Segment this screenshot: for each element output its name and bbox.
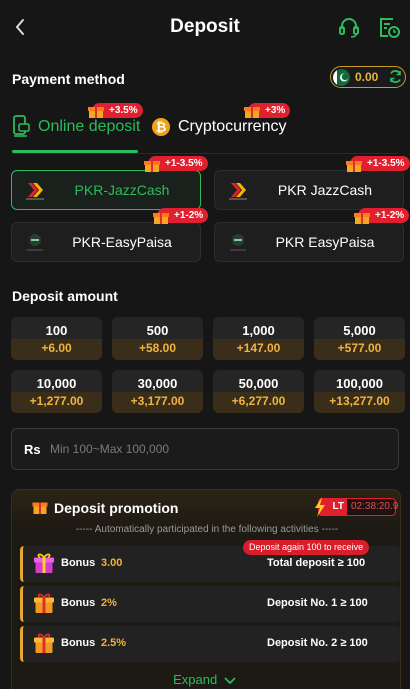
gift-box-icon: [33, 552, 55, 574]
deposit-again-badge: Deposit again 100 to receive: [243, 540, 370, 555]
amount-value: 5,000: [343, 323, 376, 338]
expand-label: Expand: [173, 672, 218, 687]
amount-option[interactable]: 10,000 +1,277.00: [11, 370, 102, 413]
amount-value: 500: [146, 323, 169, 338]
tab-online-deposit[interactable]: Online deposit: [12, 115, 142, 148]
amount-value: 1,000: [242, 323, 275, 338]
amount-value: 50,000: [238, 376, 279, 391]
refresh-icon[interactable]: [388, 69, 403, 84]
bitcoin-icon: ₿: [151, 117, 171, 137]
promotion-subtitle: ----- Automatically participated in the …: [75, 524, 339, 535]
tab-online-deposit-label: Online deposit: [38, 118, 141, 135]
payment-method-title: Payment method: [12, 71, 125, 87]
amount-bonus: +147.00: [236, 341, 281, 355]
channel-label: PKR EasyPaisa: [275, 234, 375, 250]
chevron-down-icon: [224, 676, 236, 684]
tab-cryptocurrency[interactable]: ₿ Cryptocurrency: [151, 118, 301, 148]
channel-label: PKR-JazzCash: [74, 182, 170, 198]
amount-value: 100,000: [336, 376, 383, 391]
balance-value: 0.00: [355, 70, 379, 84]
countdown-value: 02:38:20.9: [351, 501, 399, 512]
currency-label: Rs: [24, 442, 41, 457]
gift-icon: [244, 104, 260, 119]
channel-pkr-jazzcash-1[interactable]: PKR-JazzCash: [11, 170, 201, 210]
gift-box-icon: [33, 632, 55, 654]
bonus-condition: Deposit No. 1 ≥ 100: [267, 597, 368, 609]
svg-text:₿: ₿: [156, 120, 167, 135]
tab-divider: [12, 153, 398, 154]
amount-bonus: +13,277.00: [329, 394, 390, 408]
gift-icon: [354, 210, 370, 225]
amount-option[interactable]: 30,000 +3,177.00: [112, 370, 203, 413]
amount-bonus: +3,177.00: [130, 394, 185, 408]
promotion-row: Bonus 2.5% Deposit No. 2 ≥ 100: [20, 626, 400, 662]
wallet-balance: 0.00: [330, 66, 406, 88]
gift-box-icon: [33, 592, 55, 614]
header: Deposit: [0, 0, 410, 56]
amount-option[interactable]: 5,000 +577.00: [314, 317, 405, 360]
bonus-label: Bonus: [61, 637, 96, 649]
amount-option[interactable]: 1,000 +147.00: [213, 317, 304, 360]
amount-value: 30,000: [137, 376, 178, 391]
amount-bonus: +6.00: [41, 341, 72, 355]
amount-input-box[interactable]: Rs: [11, 428, 399, 470]
bonus-value: 3.00: [101, 557, 123, 569]
bonus-label: Bonus: [61, 557, 96, 569]
bonus-condition: Deposit No. 2 ≥ 100: [267, 637, 368, 649]
countdown-timer: LT 02:38:20.9: [315, 497, 399, 517]
headset-icon[interactable]: [336, 14, 362, 40]
amount-option[interactable]: 100,000 +13,277.00: [314, 370, 405, 413]
pakistan-flag-icon: [333, 69, 350, 86]
amount-value: 10,000: [36, 376, 77, 391]
channel-pkr-easypaisa-2[interactable]: PKR EasyPaisa: [214, 222, 404, 262]
gift-icon: [32, 499, 48, 515]
bonus-value: 2.5%: [101, 637, 127, 649]
channel-pkr-jazzcash-2[interactable]: PKR JazzCash: [214, 170, 404, 210]
amount-option[interactable]: 50,000 +6,277.00: [213, 370, 304, 413]
deposit-amount-title: Deposit amount: [12, 288, 118, 304]
amount-bonus: +6,277.00: [231, 394, 286, 408]
amount-bonus: +1,277.00: [29, 394, 84, 408]
expand-button[interactable]: Expand: [0, 672, 410, 687]
amount-option[interactable]: 500 +58.00: [112, 317, 203, 360]
amount-option[interactable]: 100 +6.00: [11, 317, 102, 360]
phone-wallet-icon: [12, 115, 30, 137]
gift-icon: [144, 158, 160, 173]
bonus-label: Bonus: [61, 597, 96, 609]
gift-icon: [88, 104, 104, 119]
amount-bonus: +58.00: [138, 341, 177, 355]
channel-label: PKR-EasyPaisa: [72, 234, 172, 250]
history-icon[interactable]: [376, 14, 402, 40]
lightning-icon: [314, 497, 326, 517]
tab-cryptocurrency-label: Cryptocurrency: [178, 118, 287, 135]
amount-bonus: +577.00: [337, 341, 382, 355]
bonus-condition: Total deposit ≥ 100: [267, 557, 366, 569]
gift-icon: [346, 158, 362, 173]
amount-input[interactable]: [50, 439, 380, 459]
amount-value: 100: [45, 323, 68, 338]
channel-label: PKR JazzCash: [277, 182, 373, 198]
promotion-row: Bonus 2% Deposit No. 1 ≥ 100: [20, 586, 400, 622]
channel-pkr-easypaisa-1[interactable]: PKR-EasyPaisa: [11, 222, 201, 262]
gift-icon: [153, 210, 169, 225]
bonus-value: 2%: [101, 597, 117, 609]
deposit-promotion-panel: Deposit promotion LT 02:38:20.9 ----- Au…: [11, 489, 401, 689]
tab-active-indicator: [12, 150, 138, 153]
promotion-title: Deposit promotion: [54, 500, 179, 516]
